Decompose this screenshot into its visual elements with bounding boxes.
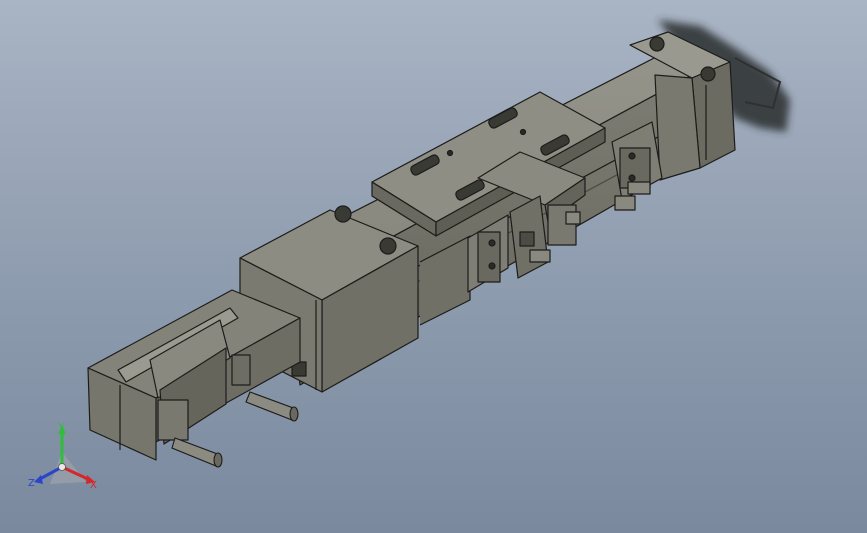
coordinate-triad-icon: Y X Z	[28, 422, 97, 491]
triad-y-label: Y	[57, 422, 65, 433]
servo-motor[interactable]	[87, 289, 301, 461]
triad-z-label: Z	[28, 478, 35, 489]
cad-viewport[interactable]: Y X Z	[0, 0, 867, 533]
linear-actuator-model[interactable]: Y X Z	[0, 0, 867, 533]
triad-x-label: X	[90, 480, 97, 491]
